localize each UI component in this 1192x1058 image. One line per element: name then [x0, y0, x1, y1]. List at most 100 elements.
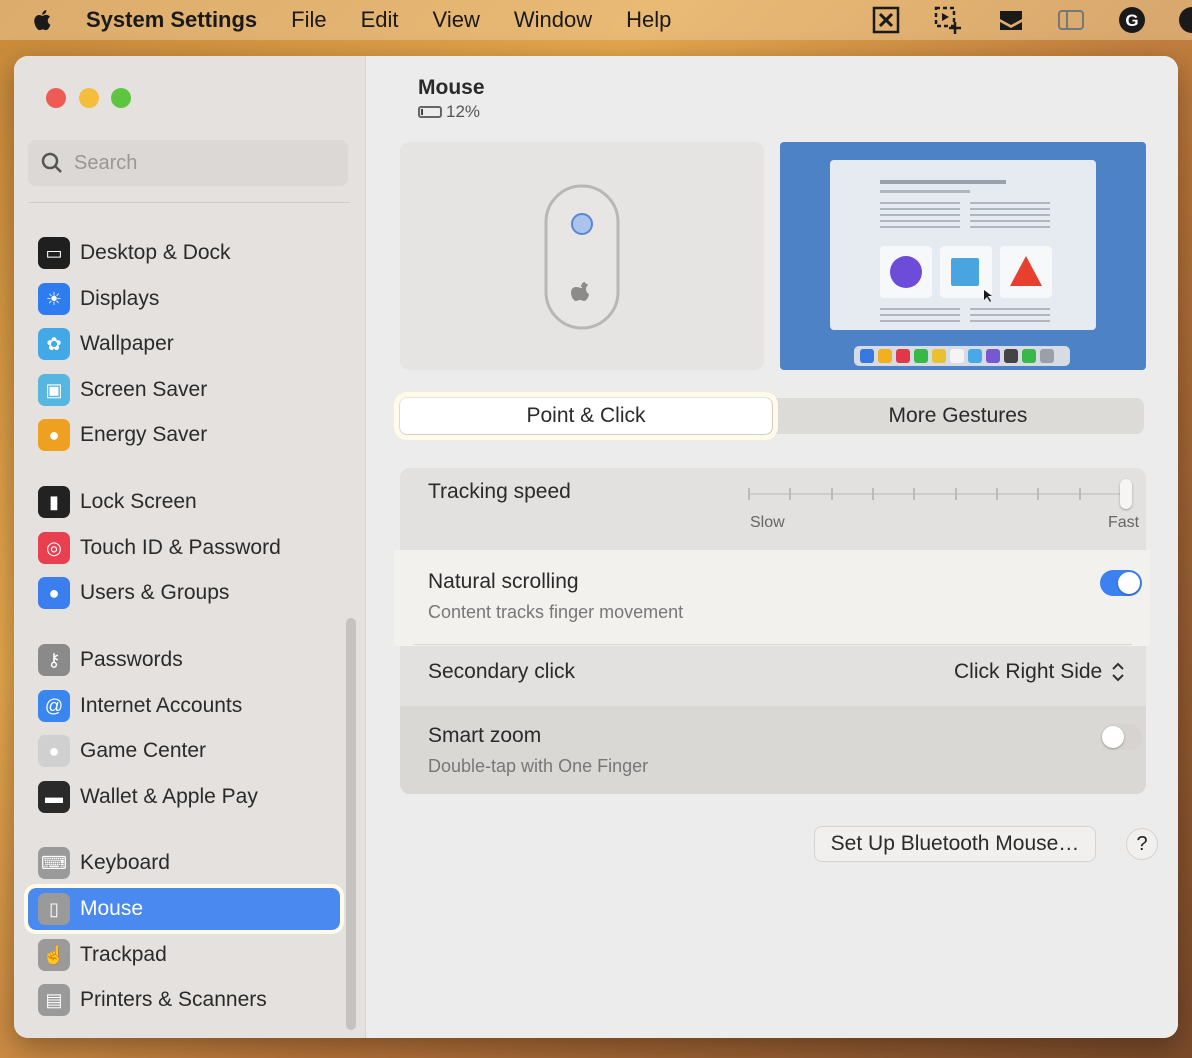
sidebar-item-label: Users & Groups [80, 581, 230, 604]
keyboard-icon: ⌨ [38, 847, 70, 879]
close-window-button[interactable] [46, 88, 66, 108]
svg-text:G: G [1125, 11, 1138, 30]
mouse-icon: ▯ [38, 893, 70, 925]
sidebar-item-label: Screen Saver [80, 378, 208, 401]
sidebar-item-wallet-and-apple-pay[interactable]: ▬ Wallet & Apple Pay [28, 776, 340, 818]
sidebar-item-wallpaper[interactable]: ✿ Wallpaper [28, 323, 340, 365]
sidebar-item-screen-saver[interactable]: ▣ Screen Saver [28, 369, 340, 411]
slider-tick [831, 488, 833, 500]
gesture-demo-illustration [830, 160, 1096, 366]
sidebar-item-label: Game Center [80, 739, 207, 762]
sidebar-scrollbar[interactable] [346, 618, 356, 1030]
sidebar-item-mouse[interactable]: ▯ Mouse [24, 884, 344, 934]
sidebar-item-desktop-and-dock[interactable]: ▭ Desktop & Dock [28, 232, 340, 274]
sidebar-item-label: Passwords [80, 648, 183, 671]
smart-zoom-toggle[interactable] [1100, 724, 1142, 750]
printer-icon: ▤ [38, 984, 70, 1016]
sidebar-item-printers-and-scanners[interactable]: ▤ Printers & Scanners [28, 979, 340, 1021]
menu-view[interactable]: View [433, 7, 480, 33]
natural-scrolling-row [394, 550, 1150, 646]
sidebar-item-label: Displays [80, 287, 160, 310]
sidebar-item-internet-accounts[interactable]: @ Internet Accounts [28, 685, 340, 727]
search-icon [41, 152, 62, 173]
menu-window[interactable]: Window [514, 7, 592, 33]
smart-zoom-sub: Double-tap with One Finger [428, 756, 649, 776]
sidebar-item-touch-id-and-password[interactable]: ◎ Touch ID & Password [28, 527, 340, 569]
secondary-click-popup[interactable]: Click Right Side [954, 660, 1126, 684]
tab-more-gestures[interactable]: More Gestures [772, 398, 1144, 434]
tracking-slow-label: Slow [750, 514, 785, 531]
users-icon: ● [38, 577, 70, 609]
menu-help[interactable]: Help [626, 7, 671, 33]
battery-percent: 12% [446, 102, 481, 121]
wallet-icon: ▬ [38, 781, 70, 813]
sidebar-item-label: Wallet & Apple Pay [80, 785, 258, 808]
screenshot-icon[interactable] [934, 6, 962, 34]
slider-tick [789, 488, 791, 500]
sidebar-item-game-center[interactable]: ● Game Center [28, 730, 340, 772]
slider-tick [913, 488, 915, 500]
lock-icon: ▮ [38, 486, 70, 518]
slider-tick [955, 488, 957, 500]
minimize-window-button[interactable] [79, 88, 99, 108]
row-divider [414, 644, 1132, 645]
inbox-tray-icon[interactable] [997, 6, 1025, 34]
sidebar-item-label: Printers & Scanners [80, 988, 267, 1011]
tracking-speed-label: Tracking speed [428, 480, 571, 503]
secondary-click-value: Click Right Side [954, 660, 1103, 683]
natural-scrolling-sub: Content tracks finger movement [428, 602, 684, 622]
key-icon: ⚷ [38, 644, 70, 676]
trackpad-icon: ☝ [38, 939, 70, 971]
slider-tick [1037, 488, 1039, 500]
zoom-window-button[interactable] [111, 88, 131, 108]
gesture-preview [780, 142, 1146, 370]
at-icon: @ [38, 690, 70, 722]
search-field[interactable] [28, 140, 348, 186]
sidebar-item-trackpad[interactable]: ☝ Trackpad [28, 934, 340, 976]
help-button[interactable]: ? [1126, 828, 1158, 860]
bulb-icon: ● [38, 419, 70, 451]
smart-zoom-label: Smart zoom [428, 724, 542, 747]
sidebar-item-label: Trackpad [80, 943, 167, 966]
secondary-click-label: Secondary click [428, 660, 576, 683]
fingerprint-icon: ◎ [38, 532, 70, 564]
sidebar-item-displays[interactable]: ☀ Displays [28, 278, 340, 320]
content-pane: Mouse 12% Point & Click More Gestures Tr… [366, 56, 1178, 1038]
sidebar-divider [28, 202, 350, 203]
menu-edit[interactable]: Edit [361, 7, 399, 33]
sun-icon: ☀ [38, 283, 70, 315]
smart-zoom-row [400, 706, 1146, 794]
compress-icon[interactable] [872, 6, 900, 34]
tracking-speed-thumb[interactable] [1120, 479, 1132, 509]
tracking-fast-label: Fast [1108, 514, 1140, 531]
search-input[interactable] [74, 151, 314, 175]
sidebar-toggle-icon[interactable] [1057, 6, 1085, 34]
natural-scrolling-toggle[interactable] [1100, 570, 1142, 596]
sidebar-item-label: Energy Saver [80, 423, 208, 446]
sidebar-item-label: Keyboard [80, 851, 170, 874]
sidebar-item-label: Touch ID & Password [80, 536, 281, 559]
magic-mouse-illustration [544, 184, 620, 330]
slider-tick [1079, 488, 1081, 500]
battery-icon [418, 106, 442, 118]
sidebar-item-passwords[interactable]: ⚷ Passwords [28, 639, 340, 681]
sidebar-item-label: Lock Screen [80, 490, 197, 513]
apple-logo-icon[interactable] [30, 7, 56, 33]
tab-segmented-control: Point & Click More Gestures [394, 392, 1144, 440]
tracking-speed-slider[interactable] [748, 476, 1140, 510]
slider-tick [996, 488, 998, 500]
sidebar-item-users-and-groups[interactable]: ● Users & Groups [28, 572, 340, 614]
menu-file[interactable]: File [291, 7, 326, 33]
setup-bluetooth-mouse-button[interactable]: Set Up Bluetooth Mouse… [814, 826, 1096, 862]
tab-point-and-click[interactable]: Point & Click [394, 392, 778, 440]
sidebar-item-keyboard[interactable]: ⌨ Keyboard [28, 842, 340, 884]
sidebar-item-label: Desktop & Dock [80, 241, 231, 264]
sidebar-item-energy-saver[interactable]: ● Energy Saver [28, 414, 340, 456]
mouse-preview [400, 142, 764, 370]
status-partial-icon[interactable] [1174, 6, 1192, 34]
grammarly-icon[interactable]: G [1118, 6, 1146, 34]
battery-status: 12% [418, 102, 480, 122]
menu-app-name[interactable]: System Settings [86, 7, 257, 33]
dock-icon: ▭ [38, 237, 70, 269]
sidebar-item-lock-screen[interactable]: ▮ Lock Screen [28, 481, 340, 523]
